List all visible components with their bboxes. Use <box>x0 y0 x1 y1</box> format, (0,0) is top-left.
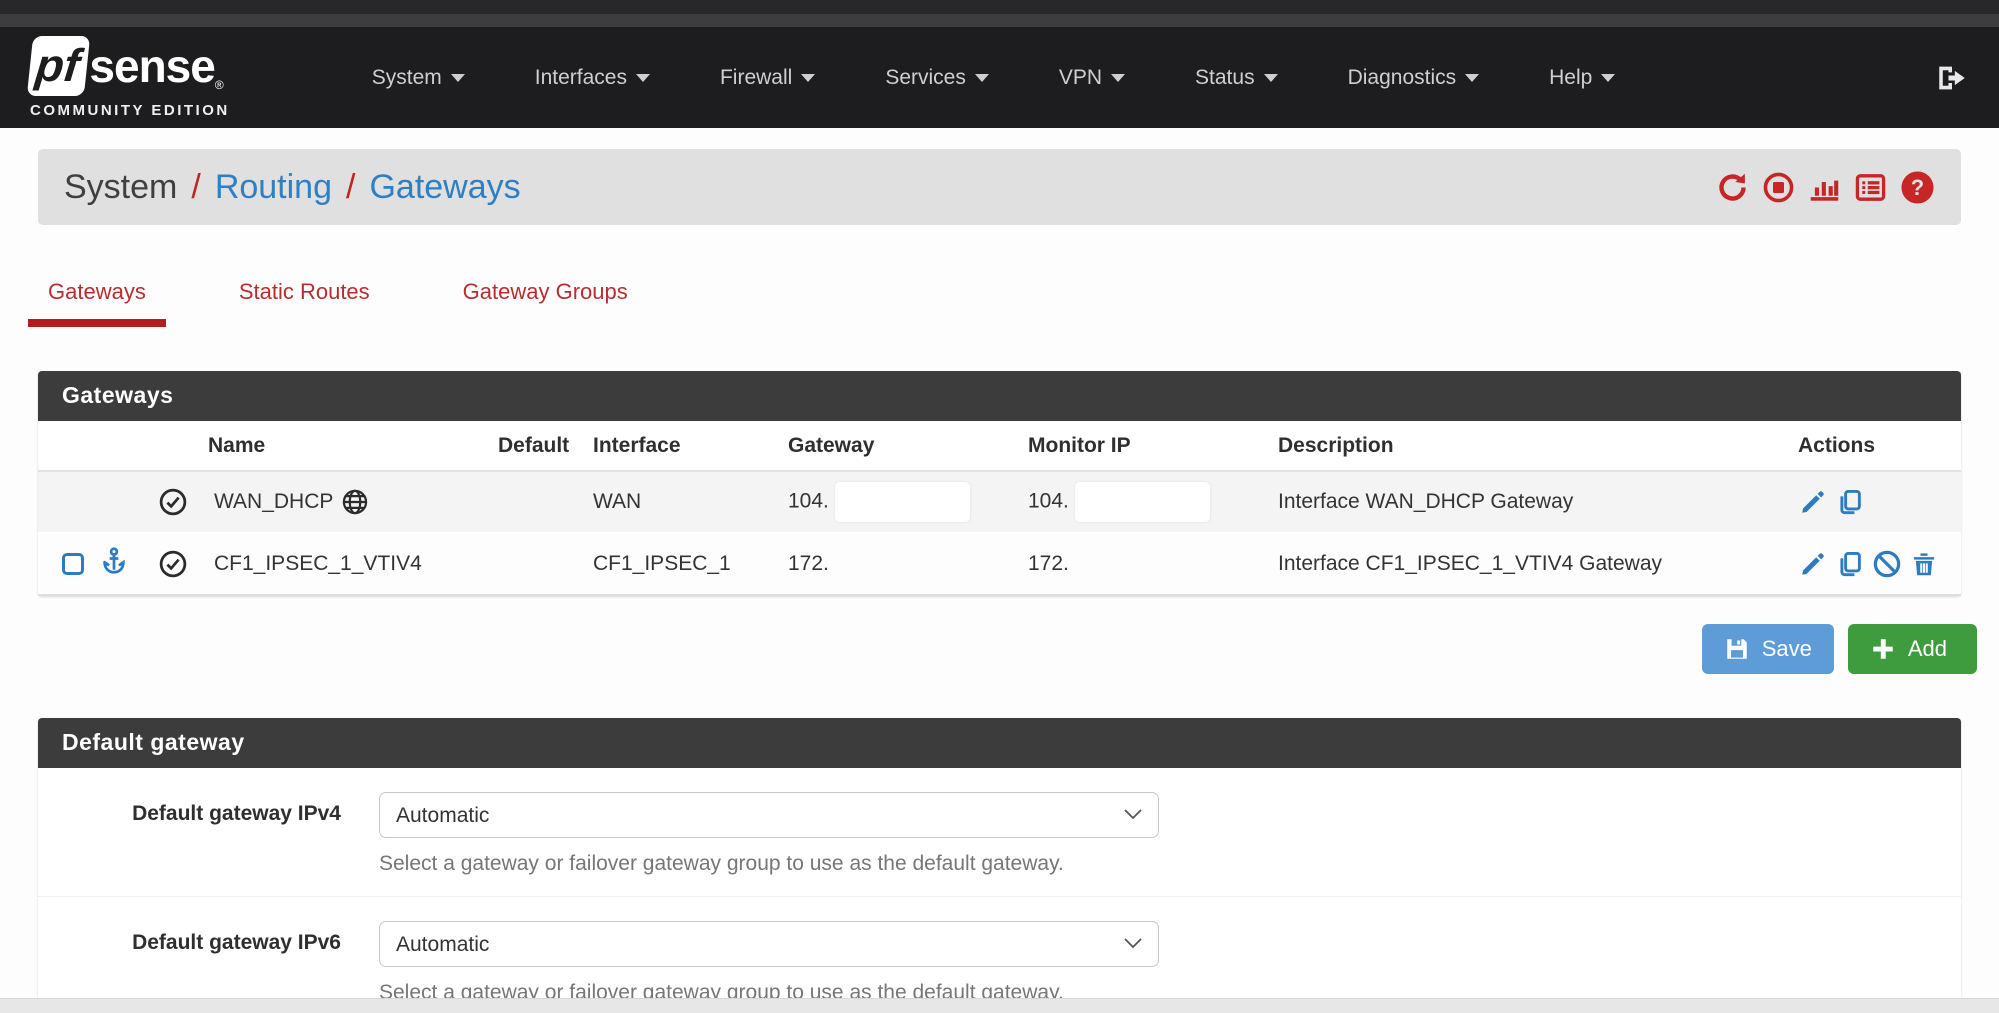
default-flag <box>498 533 593 595</box>
column-header-name: Name <box>208 421 498 471</box>
gateway-name: WAN_DHCP <box>214 490 333 514</box>
default-gateway-panel: Default gateway Default gateway IPv4 Aut… <box>38 718 1961 1013</box>
help-icon[interactable]: ? <box>1900 170 1935 205</box>
save-button[interactable]: Save <box>1702 624 1834 674</box>
gateway-description: Interface CF1_IPSEC_1_VTIV4 Gateway <box>1278 533 1798 595</box>
tab-static-routes[interactable]: Static Routes <box>229 267 380 327</box>
gateways-panel-title: Gateways <box>38 371 1961 421</box>
gateway-interface: CF1_IPSEC_1 <box>593 533 788 595</box>
caret-down-icon <box>1601 74 1615 82</box>
main-navbar: pf sense ® COMMUNITY EDITION System Inte… <box>0 27 1999 128</box>
add-button[interactable]: Add <box>1848 624 1977 674</box>
tab-gateways[interactable]: Gateways <box>38 267 156 327</box>
redaction-box <box>835 482 970 522</box>
column-header-interface: Interface <box>593 421 788 471</box>
redaction-box <box>1075 482 1210 522</box>
default-flag <box>498 471 593 533</box>
breadcrumb: System / Routing / Gateways <box>64 168 521 207</box>
gateway-address: 104. <box>788 490 829 513</box>
gateways-table: Name Default Interface Gateway Monitor I… <box>38 421 1961 596</box>
svg-text:?: ? <box>1911 175 1924 200</box>
caret-down-icon <box>1465 74 1479 82</box>
page-bottom-strip <box>0 998 1999 1013</box>
nav-item-interfaces[interactable]: Interfaces <box>535 66 650 90</box>
table-row-cf1-ipsec: CF1_IPSEC_1_VTIV4 CF1_IPSEC_1 172. 172. … <box>38 533 1961 595</box>
save-button-label: Save <box>1762 636 1812 662</box>
nav-item-firewall[interactable]: Firewall <box>720 66 815 90</box>
logo-edition: COMMUNITY EDITION <box>30 102 230 119</box>
column-header-default: Default <box>498 421 593 471</box>
stop-circle-icon[interactable] <box>1762 171 1795 204</box>
column-header-gateway: Gateway <box>788 421 1028 471</box>
window-top-bar <box>0 0 1999 14</box>
monitor-ip: 172. <box>1028 552 1069 575</box>
breadcrumb-actions: ? <box>1716 170 1935 205</box>
breadcrumb-routing-link[interactable]: Routing <box>215 168 332 207</box>
monitor-ip: 104. <box>1028 490 1069 513</box>
check-circle-icon <box>158 549 208 579</box>
disable-icon[interactable] <box>1872 549 1902 579</box>
form-row-ipv4: Default gateway IPv4 Automatic Select a … <box>38 768 1961 896</box>
edit-icon[interactable] <box>1798 549 1828 579</box>
breadcrumb-separator: / <box>346 168 355 207</box>
breadcrumb-bar: System / Routing / Gateways <box>38 149 1961 225</box>
check-circle-icon <box>158 487 208 517</box>
default-gateway-panel-title: Default gateway <box>38 718 1961 768</box>
logo-pf: pf <box>27 36 91 96</box>
copy-icon[interactable] <box>1835 549 1865 579</box>
nav-item-vpn[interactable]: VPN <box>1059 66 1125 90</box>
caret-down-icon <box>1264 74 1278 82</box>
nav-item-diagnostics[interactable]: Diagnostics <box>1348 66 1480 90</box>
add-button-label: Add <box>1908 636 1947 662</box>
edit-icon[interactable] <box>1798 487 1828 517</box>
ipv4-help-text: Select a gateway or failover gateway gro… <box>379 852 1159 876</box>
anchor-icon[interactable] <box>99 546 129 582</box>
copy-icon[interactable] <box>1835 487 1865 517</box>
gateway-description: Interface WAN_DHCP Gateway <box>1278 471 1798 533</box>
caret-down-icon <box>451 74 465 82</box>
bar-chart-icon[interactable] <box>1808 171 1841 204</box>
form-row-ipv6: Default gateway IPv6 Automatic Select a … <box>38 896 1961 1013</box>
list-icon[interactable] <box>1854 171 1887 204</box>
globe-icon <box>341 488 369 516</box>
nav-item-help[interactable]: Help <box>1549 66 1615 90</box>
refresh-icon[interactable] <box>1716 171 1749 204</box>
plus-icon <box>1870 636 1896 662</box>
breadcrumb-system: System <box>64 168 177 207</box>
gateway-interface: WAN <box>593 471 788 533</box>
save-icon <box>1724 636 1750 662</box>
default-gateway-ipv4-select[interactable]: Automatic <box>379 792 1159 838</box>
window-sub-bar <box>0 14 1999 27</box>
gateway-address: 172. <box>788 552 829 575</box>
caret-down-icon <box>975 74 989 82</box>
default-gateway-ipv4-label: Default gateway IPv4 <box>38 792 341 876</box>
column-header-monitor-ip: Monitor IP <box>1028 421 1278 471</box>
gateways-button-row: Save Add <box>38 624 1961 674</box>
column-header-description: Description <box>1278 421 1798 471</box>
logo-sense: sense <box>89 39 214 93</box>
caret-down-icon <box>636 74 650 82</box>
caret-down-icon <box>801 74 815 82</box>
routing-tabs: Gateways Static Routes Gateway Groups <box>38 267 1961 327</box>
breadcrumb-separator: / <box>191 168 200 207</box>
pfsense-logo[interactable]: pf sense ® COMMUNITY EDITION <box>30 36 230 119</box>
nav-menu: System Interfaces Firewall Services VPN … <box>372 66 1935 90</box>
table-row-wan-dhcp: WAN_DHCP WAN 104. 104. Interface WAN_DHC… <box>38 471 1961 533</box>
nav-item-system[interactable]: System <box>372 66 465 90</box>
tab-gateway-groups[interactable]: Gateway Groups <box>453 267 638 327</box>
breadcrumb-gateways-link[interactable]: Gateways <box>369 168 520 207</box>
nav-item-services[interactable]: Services <box>885 66 989 90</box>
column-header-actions: Actions <box>1798 421 1961 471</box>
gateway-name: CF1_IPSEC_1_VTIV4 <box>214 552 422 576</box>
caret-down-icon <box>1111 74 1125 82</box>
logo-registered-mark: ® <box>215 78 224 92</box>
default-gateway-ipv6-select[interactable]: Automatic <box>379 921 1159 967</box>
delete-icon[interactable] <box>1909 549 1939 579</box>
nav-item-status[interactable]: Status <box>1195 66 1278 90</box>
gateways-panel: Gateways Name Default Interface Gateway … <box>38 371 1961 596</box>
sign-out-icon[interactable] <box>1935 61 1969 95</box>
default-gateway-ipv6-label: Default gateway IPv6 <box>38 921 341 1005</box>
row-checkbox[interactable] <box>62 553 84 575</box>
